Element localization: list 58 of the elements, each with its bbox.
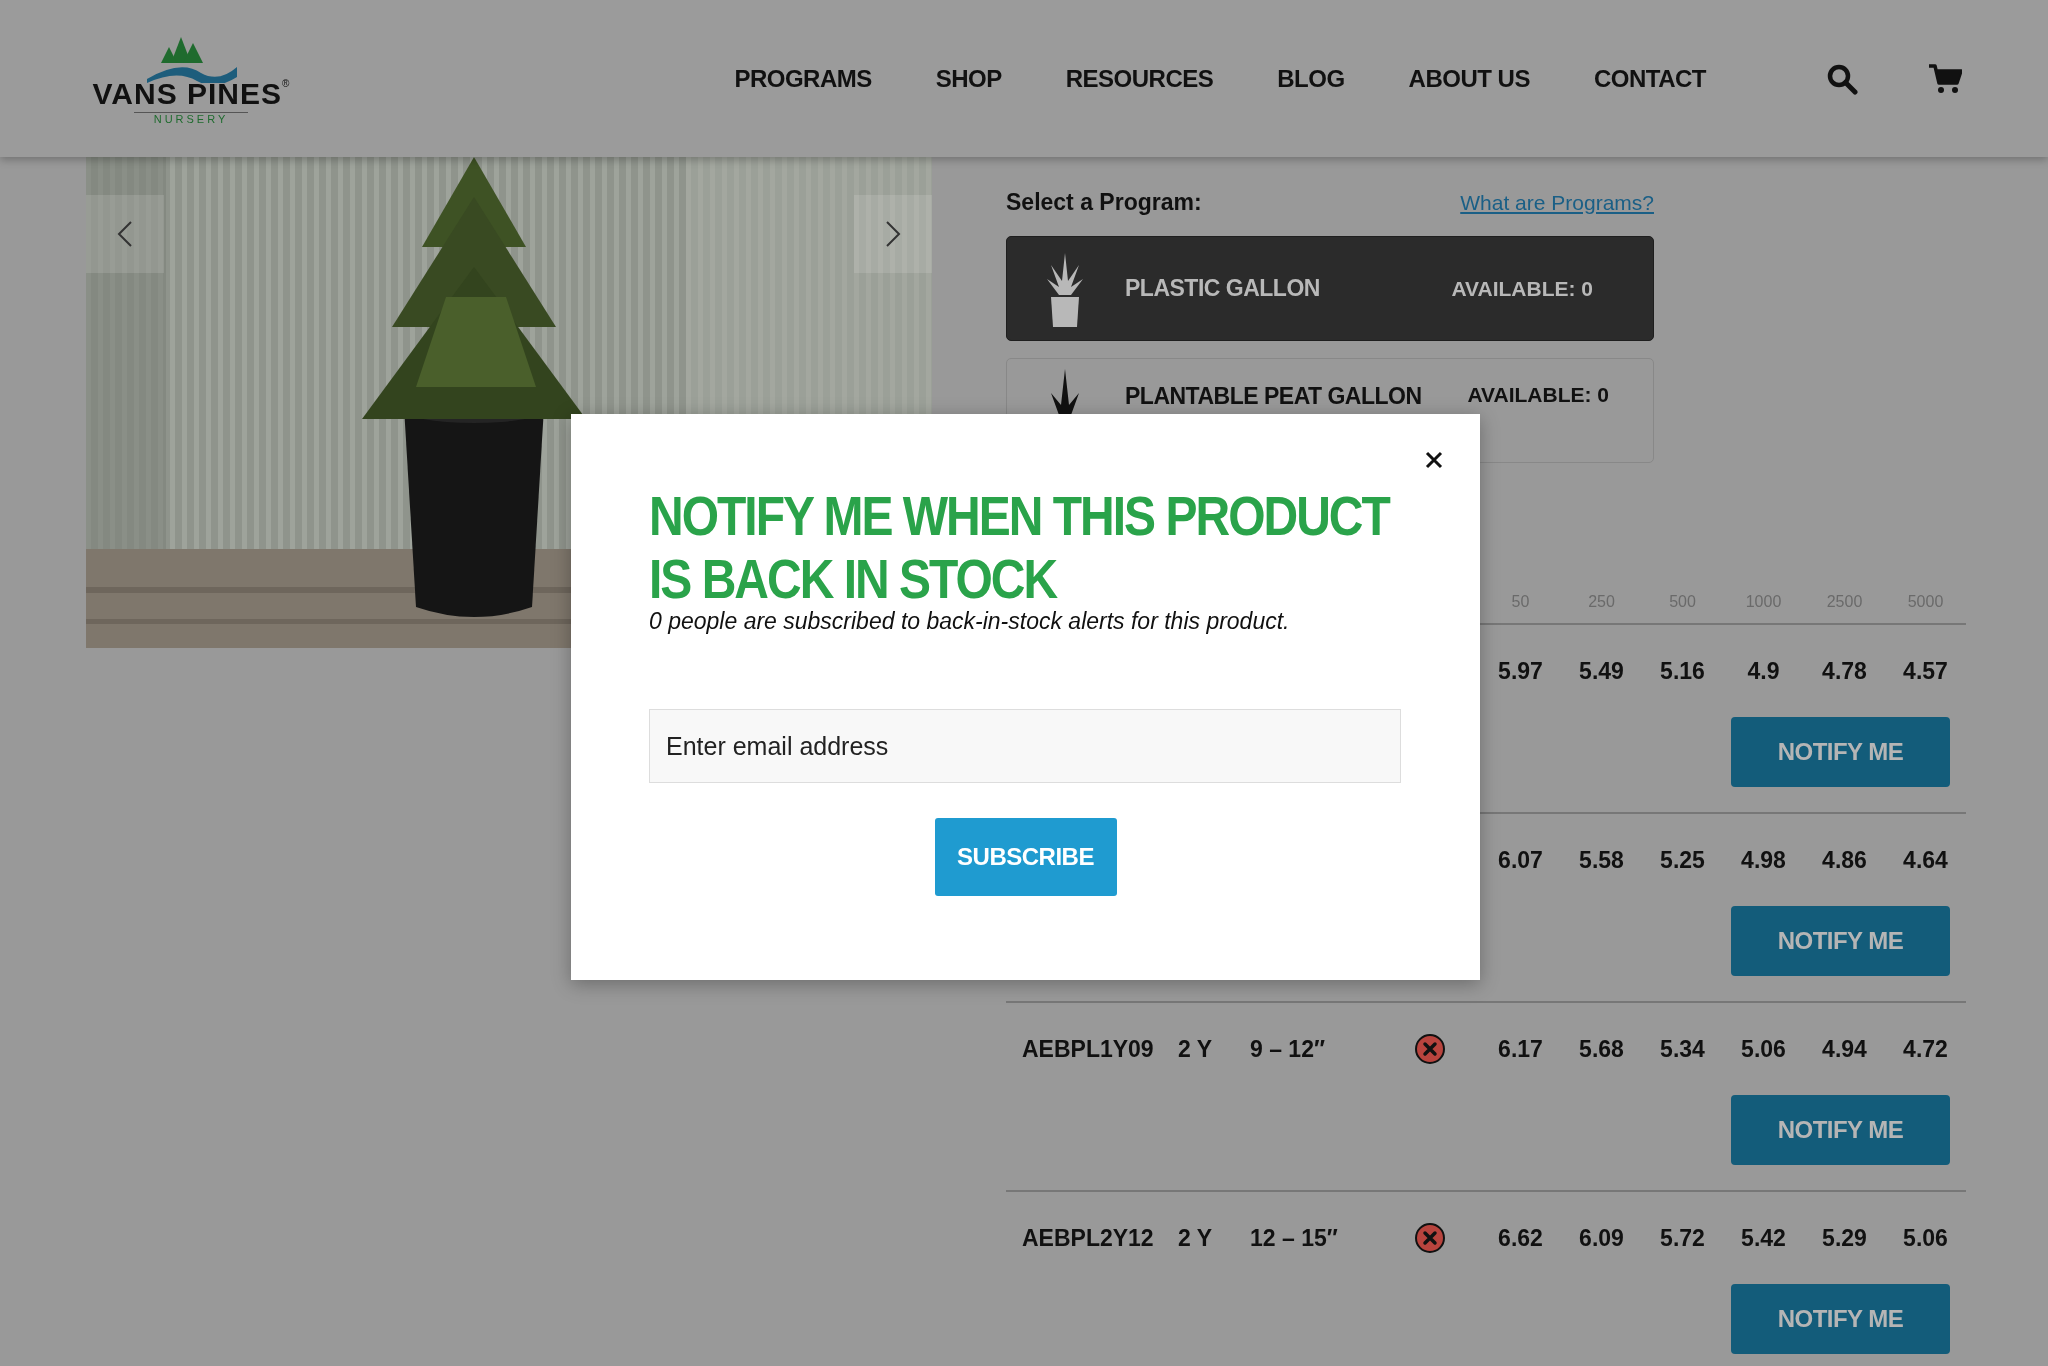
price-cell: 5.06 <box>1903 1224 1948 1251</box>
age-cell: 2 Y <box>1178 1035 1213 1062</box>
nav-link[interactable]: SHOP <box>935 64 1002 93</box>
sku-cell: AEBPL1Y09 <box>1022 1035 1154 1062</box>
size-cell: 9 – 12″ <box>1250 1035 1325 1062</box>
price-cell: 5.16 <box>1660 657 1705 684</box>
notify-me-button[interactable]: NOTIFY ME <box>1731 717 1950 787</box>
logo-tagline: NURSERY <box>133 111 249 125</box>
search-icon[interactable] <box>1826 62 1858 95</box>
nav-link[interactable]: PROGRAMS <box>734 64 872 93</box>
price-cell: 5.49 <box>1579 657 1624 684</box>
nav-link[interactable]: RESOURCES <box>1065 64 1214 93</box>
availability-text: AVAILABLE: 0 <box>1467 383 1609 407</box>
program-name: PLANTABLE PEAT GALLON <box>1125 383 1422 410</box>
nav-link[interactable]: ABOUT US <box>1408 64 1530 93</box>
dialog-title: NOTIFY ME WHEN THIS PRODUCT IS BACK IN STOCK <box>649 484 1391 611</box>
price-cell: 5.29 <box>1822 1224 1867 1251</box>
dialog-subtitle: 0 people are subscribed to back-in-stock alerts for this product. <box>649 608 1291 636</box>
age-cell: 2 Y <box>1178 1224 1213 1251</box>
program-option[interactable]: PLASTIC GALLON AVAILABLE: 0 <box>1006 236 1654 341</box>
price-cell: 4.86 <box>1822 846 1867 873</box>
program-name: PLASTIC GALLON <box>1125 275 1320 302</box>
nav-link[interactable]: BLOG <box>1277 64 1345 93</box>
price-cell: 4.78 <box>1822 657 1867 684</box>
price-cell: 4.94 <box>1822 1035 1867 1062</box>
chevron-right-icon <box>885 220 901 248</box>
price-cell: 4.9 <box>1747 657 1780 684</box>
availability-text: AVAILABLE: 0 <box>1451 276 1593 301</box>
notify-me-button[interactable]: NOTIFY ME <box>1731 1284 1950 1354</box>
price-cell: 5.58 <box>1579 846 1624 873</box>
price-cell: 6.62 <box>1498 1224 1543 1251</box>
price-cell: 6.07 <box>1498 846 1543 873</box>
price-cell: 5.68 <box>1579 1035 1624 1062</box>
price-cell: 4.98 <box>1741 846 1786 873</box>
logo-wordmark: VANS PINES <box>92 78 283 109</box>
notify-me-button[interactable]: NOTIFY ME <box>1731 1095 1950 1165</box>
cart-icon[interactable] <box>1928 62 1962 95</box>
nav-link[interactable]: CONTACT <box>1593 64 1706 93</box>
close-icon <box>1424 450 1444 470</box>
price-cell: 5.97 <box>1498 657 1543 684</box>
email-field[interactable]: Enter email address <box>649 709 1401 784</box>
price-cell: 6.17 <box>1498 1035 1543 1062</box>
price-cell: 4.72 <box>1903 1035 1948 1062</box>
price-cell: 5.42 <box>1741 1224 1786 1251</box>
price-cell: 6.09 <box>1579 1224 1624 1251</box>
price-cell: 5.06 <box>1741 1035 1786 1062</box>
sku-cell: AEBPL2Y12 <box>1022 1224 1154 1251</box>
logo[interactable]: VANS PINES® NURSERY <box>86 32 296 125</box>
price-cell: 4.57 <box>1903 657 1948 684</box>
program-label: Select a Program: <box>1006 189 1202 216</box>
size-cell: 12 – 15″ <box>1250 1224 1338 1251</box>
chevron-left-icon <box>117 220 133 248</box>
registered-mark: ® <box>282 78 290 89</box>
price-cell: 4.64 <box>1903 846 1948 873</box>
notify-me-button[interactable]: NOTIFY ME <box>1731 906 1950 976</box>
price-cell: 5.34 <box>1660 1035 1705 1062</box>
price-cell: 5.25 <box>1660 846 1705 873</box>
price-cell: 5.72 <box>1660 1224 1705 1251</box>
